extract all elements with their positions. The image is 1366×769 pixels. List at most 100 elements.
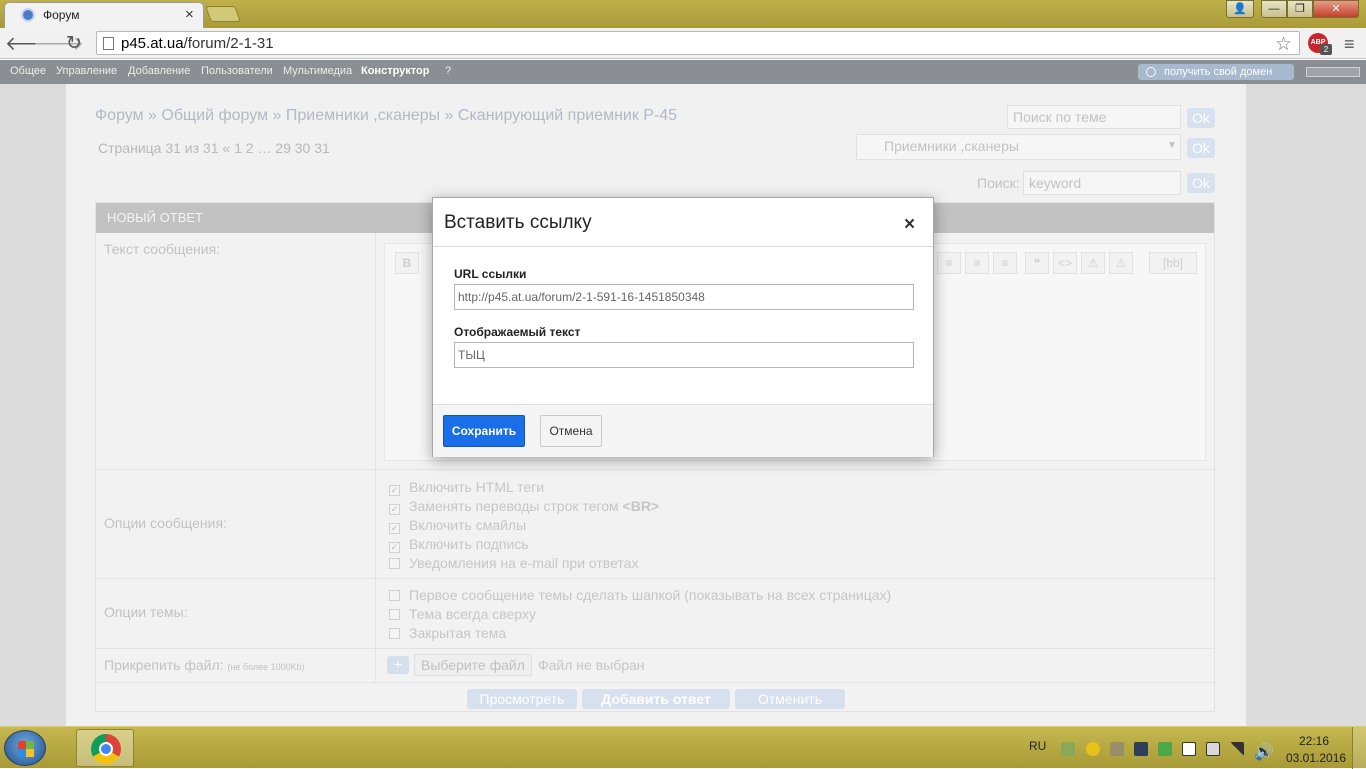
checkbox-unchecked[interactable] <box>389 590 400 601</box>
pagination[interactable]: Страница 31 из 31 « 1 2 … 29 30 31 <box>98 140 330 156</box>
url-label: URL ссылки <box>454 267 527 281</box>
no-file-label: Файл не выбран <box>538 657 645 673</box>
browser-tab[interactable]: Форум × <box>4 2 204 28</box>
reload-icon[interactable]: ↻ <box>62 32 86 55</box>
ucoz-bar-slider[interactable] <box>1306 67 1360 77</box>
checkbox-checked[interactable]: ✓ <box>389 542 400 553</box>
chrome-icon <box>91 734 121 764</box>
minimize-button[interactable]: — <box>1261 0 1287 18</box>
tray-checkbox-icon[interactable] <box>1158 742 1172 756</box>
attach-label-cell: Прикрепить файл: (не более 1000Kb) <box>96 649 376 682</box>
forward-arrow-icon[interactable]: 🡒 <box>33 32 84 56</box>
option-signature[interactable]: ✓ Включить подпись <box>389 536 529 553</box>
clock-date[interactable]: 03.01.2016 <box>1286 751 1346 765</box>
message-text-label: Текст сообщения: <box>104 241 221 257</box>
ucoz-menu-users[interactable]: Пользователи <box>201 65 273 77</box>
new-tab-button[interactable] <box>205 6 241 22</box>
spoiler-button[interactable]: ⚠ <box>1081 252 1105 274</box>
start-button[interactable] <box>4 730 46 766</box>
browser-toolbar: 🡐 🡒 ↻ p45.at.ua/forum/2-1-31 ☆ <box>0 28 1366 59</box>
tray-monitor-icon[interactable] <box>1134 742 1148 756</box>
add-reply-button[interactable]: Добавить ответ <box>582 689 730 709</box>
tray-antivirus-icon[interactable] <box>1061 742 1075 756</box>
tray-app-icon[interactable] <box>1086 742 1100 756</box>
insert-link-dialog: Вставить ссылку × URL ссылки Отображаемы… <box>432 197 934 457</box>
checkbox-checked[interactable]: ✓ <box>389 504 400 515</box>
maximize-button[interactable]: ❐ <box>1287 0 1313 18</box>
option-sticky-topic[interactable]: Тема всегда сверху <box>389 606 536 622</box>
keyword-search-input[interactable]: keyword <box>1023 171 1181 195</box>
tray-volume-icon[interactable]: 🔊 <box>1254 742 1274 761</box>
checkbox-unchecked[interactable] <box>389 609 400 620</box>
tray-tools-icon[interactable] <box>1110 742 1124 756</box>
tray-device-icon[interactable] <box>1206 742 1220 756</box>
display-text-input[interactable] <box>454 342 914 368</box>
close-window-button[interactable]: ✕ <box>1313 0 1359 18</box>
language-indicator[interactable]: RU <box>1029 739 1046 753</box>
ucoz-menu-add[interactable]: Добавление <box>128 65 190 77</box>
tab-close-icon[interactable]: × <box>185 6 194 23</box>
close-icon[interactable]: × <box>904 214 915 236</box>
topic-search-input[interactable]: Поиск по теме <box>1007 105 1181 129</box>
option-br-tag[interactable]: ✓ Заменять переводы строк тегом <BR> <box>389 498 659 515</box>
cancel-button[interactable]: Отмена <box>540 415 602 447</box>
clock-time[interactable]: 22:16 <box>1299 734 1329 748</box>
tab-title: Форум <box>43 8 80 22</box>
category-select[interactable]: Приемники ,сканеры <box>856 134 1181 160</box>
get-domain-button[interactable]: получить свой домен <box>1138 64 1294 80</box>
keyword-search-ok-button[interactable]: Ok <box>1187 173 1215 193</box>
option-html-tags[interactable]: ✓ Включить HTML теги <box>389 479 544 496</box>
message-label-cell: Текст сообщения: <box>96 233 376 469</box>
option-closed-topic[interactable]: Закрытая тема <box>389 625 506 641</box>
dialog-header: Вставить ссылку × <box>433 198 933 247</box>
profile-icon[interactable]: 👤 <box>1226 0 1254 18</box>
address-bar[interactable]: p45.at.ua/forum/2-1-31 ☆ <box>96 31 1300 55</box>
windows-taskbar: RU 🔊 22:16 03.01.2016 <box>0 726 1366 769</box>
option-email-notify[interactable]: Уведомления на e-mail при ответах <box>389 555 638 571</box>
align-right-button[interactable]: ≡ <box>965 252 989 274</box>
code-button[interactable]: <> <box>1053 252 1077 274</box>
category-ok-button[interactable]: Ok <box>1187 138 1215 158</box>
option-smilies[interactable]: ✓ Включить смайлы <box>389 517 526 534</box>
chrome-menu-icon[interactable]: ≡ <box>1344 34 1355 55</box>
add-file-button[interactable]: + <box>387 656 409 674</box>
bold-button[interactable]: B <box>395 252 419 274</box>
back-arrow-icon[interactable]: 🡐 <box>5 32 56 56</box>
tray-network-icon[interactable] <box>1230 742 1244 756</box>
topic-search-ok-button[interactable]: Ok <box>1187 108 1215 128</box>
ucoz-menu-constructor[interactable]: Конструктор <box>361 65 429 77</box>
taskbar-chrome-button[interactable] <box>76 729 134 767</box>
url-text[interactable]: p45.at.ua/forum/2-1-31 <box>121 35 274 52</box>
get-domain-label: получить свой домен <box>1164 66 1273 78</box>
align-center-button[interactable]: ≡ <box>937 252 961 274</box>
page-icon <box>103 37 114 50</box>
show-desktop-button[interactable] <box>1352 727 1366 769</box>
display-text-label: Отображаемый текст <box>454 325 581 339</box>
ucoz-menu-general[interactable]: Общее <box>10 65 46 77</box>
checkbox-checked[interactable]: ✓ <box>389 523 400 534</box>
align-justify-button[interactable]: ≡ <box>993 252 1017 274</box>
option-pin-first-post[interactable]: Первое сообщение темы сделать шапкой (по… <box>389 587 891 603</box>
hide-button[interactable]: ⚠ <box>1109 252 1133 274</box>
ucoz-menu-management[interactable]: Управление <box>56 65 117 77</box>
dialog-footer: Сохранить Отмена <box>433 404 933 457</box>
row-divider <box>96 682 1214 683</box>
tray-flag-icon[interactable] <box>1182 742 1196 756</box>
ucoz-menu-multimedia[interactable]: Мультимедиа <box>283 65 352 77</box>
preview-button[interactable]: Просмотреть <box>467 689 577 709</box>
topic-options-label-cell: Опции темы: <box>96 579 376 648</box>
ucoz-menu-help[interactable]: ? <box>445 65 451 77</box>
checkbox-checked[interactable]: ✓ <box>389 485 400 496</box>
breadcrumb[interactable]: Форум » Общий форум » Приемники ,сканеры… <box>95 107 677 125</box>
choose-file-button[interactable]: Выберите файл <box>414 654 532 676</box>
search-label: Поиск: <box>977 175 1020 191</box>
bbcode-toggle-button[interactable]: [bb] <box>1149 252 1197 274</box>
url-input[interactable] <box>454 284 914 310</box>
checkbox-unchecked[interactable] <box>389 558 400 569</box>
save-button[interactable]: Сохранить <box>443 415 525 447</box>
bookmark-star-icon[interactable]: ☆ <box>1275 33 1292 56</box>
checkbox-unchecked[interactable] <box>389 628 400 639</box>
quote-button[interactable]: ❝ <box>1025 252 1049 274</box>
cancel-reply-button[interactable]: Отменить <box>735 689 845 709</box>
site-favicon-icon <box>21 8 35 22</box>
